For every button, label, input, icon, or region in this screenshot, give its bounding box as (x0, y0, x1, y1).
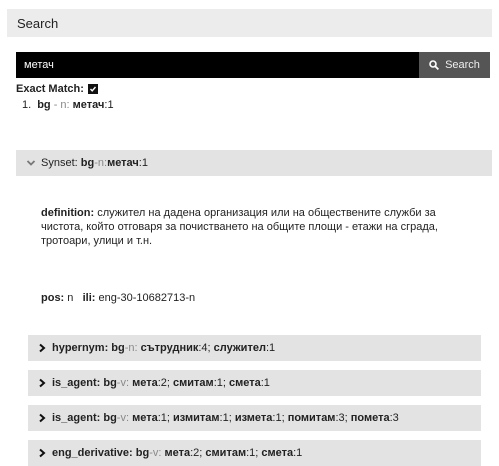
search-bar: Search (16, 52, 490, 78)
result-sep: - (50, 99, 61, 111)
ili-value: eng-30-10682713-n (98, 292, 196, 304)
relation-count: :3 (389, 412, 399, 424)
relation-count: :2; (190, 447, 206, 459)
search-icon (429, 60, 440, 70)
relation-word: служител (213, 342, 266, 354)
search-input[interactable] (16, 52, 419, 78)
chevron-right-icon (39, 448, 46, 458)
relation-row-is-agent[interactable]: is_agent: bg - v: мета:1; измитам:1; изм… (28, 405, 481, 431)
synset-lemma: метач (107, 157, 139, 169)
relation-lang: bg (100, 377, 117, 389)
relation-count: :1; (272, 412, 288, 424)
relation-row-hypernym[interactable]: hypernym: bg - n: сътрудник:4; служител:… (28, 335, 481, 361)
relation-word: мета (164, 447, 191, 459)
result-count: :1 (104, 99, 114, 111)
pos-label: pos: (41, 292, 65, 304)
results-list: 1. bg - n: метач:1 (22, 99, 114, 111)
relation-word: помета (350, 412, 390, 424)
relation-word: смитам (205, 447, 247, 459)
relation-lang: bg (132, 447, 150, 459)
relation-count: :1; (219, 412, 235, 424)
definition-text: служител на дадена организация или на об… (41, 207, 438, 247)
relation-type: eng_derivative: (52, 447, 133, 459)
relation-count: :1; (157, 412, 174, 424)
synset-count: :1 (138, 157, 148, 169)
relation-count: :2; (157, 377, 174, 389)
relation-type: is_agent: (52, 377, 101, 389)
result-index: 1. (22, 99, 32, 111)
synset-label: Synset: (41, 157, 78, 169)
header-title: Search (17, 15, 59, 31)
relation-count: :1 (260, 377, 270, 389)
chevron-right-icon (39, 413, 46, 423)
relation-word: измитам (173, 412, 220, 424)
relation-word: смитам (173, 377, 214, 389)
chevron-down-icon (26, 160, 36, 166)
relation-word: смета (228, 377, 261, 389)
chevron-right-icon (39, 343, 46, 353)
search-button-label: Search (445, 59, 480, 71)
pos-value: n (67, 292, 74, 304)
relation-word: помитам (287, 412, 336, 424)
relation-lang: bg (100, 412, 117, 424)
relation-word: мета (132, 377, 158, 389)
relation-type: is_agent: (52, 412, 101, 424)
chevron-right-icon (39, 378, 46, 388)
definition: definition: служител на дадена организац… (41, 206, 461, 248)
synset-lang: bg (80, 157, 95, 169)
exact-match-checkbox[interactable] (87, 84, 98, 94)
relation-lang: bg (108, 342, 125, 354)
exact-match: Exact Match: (16, 83, 98, 95)
relation-count: :1; (246, 447, 262, 459)
result-item[interactable]: 1. bg - n: метач:1 (22, 99, 114, 111)
pos-ili-line: pos: n ili: eng-30-10682713-n (41, 292, 195, 304)
relation-count: :1; (213, 377, 229, 389)
ili-label: ili: (82, 292, 96, 304)
relation-row-is-agent[interactable]: is_agent: bg - v: мета:2; смитам:1; смет… (28, 370, 481, 396)
relation-type: hypernym: (52, 342, 109, 354)
relation-word: сътрудник (140, 342, 199, 354)
relation-word: мета (132, 412, 158, 424)
relation-word: смета (261, 447, 294, 459)
check-icon (89, 86, 96, 92)
relation-word: измета (234, 412, 273, 424)
relation-count: :4; (198, 342, 214, 354)
result-lang: bg (37, 99, 51, 111)
relation-count: :1 (293, 447, 303, 459)
result-lemma: метач (72, 99, 105, 111)
relation-row-eng-derivative[interactable]: eng_derivative: bg - v: мета:2; смитам:1… (28, 440, 481, 466)
exact-match-label: Exact Match: (16, 83, 84, 95)
definition-label: definition: (41, 207, 95, 219)
relation-count: :1 (265, 342, 276, 354)
search-header: Search (7, 9, 492, 37)
search-button[interactable]: Search (419, 52, 490, 78)
relation-count: :3; (335, 412, 351, 424)
synset-header[interactable]: Synset: bg - n: метач:1 (16, 150, 492, 176)
